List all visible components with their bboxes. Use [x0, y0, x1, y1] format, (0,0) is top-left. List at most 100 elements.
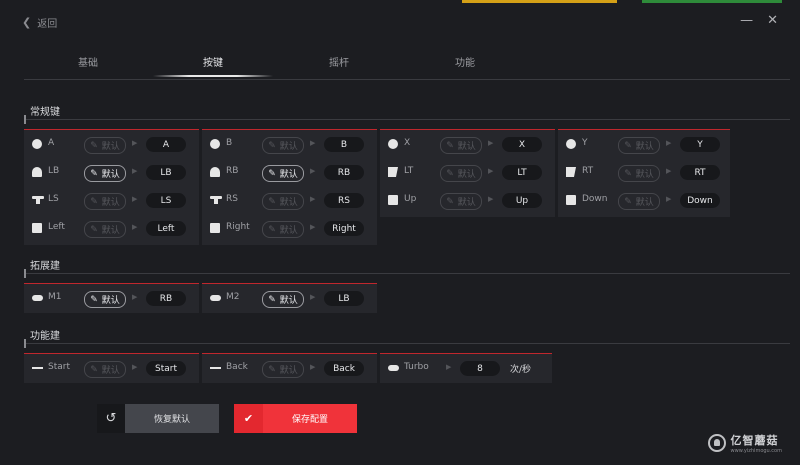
key-row-rb: RB ✎ 默认 ▶ RB [202, 158, 377, 186]
section-divider [24, 339, 790, 348]
mapped-value[interactable]: LT [502, 165, 542, 180]
tab-basic[interactable]: 基础 [28, 54, 148, 69]
key-column-4: Y ✎ 默认 ▶ Y RT ✎ 默认 ▶ RT Down ✎ 默认 ▶ Down [558, 129, 730, 217]
section-divider [24, 269, 790, 278]
mapped-value[interactable]: Start [146, 361, 186, 376]
bumper-icon [32, 167, 42, 177]
mapped-value[interactable]: Left [146, 221, 186, 236]
edit-mapping-button[interactable]: ✎ 默认 [440, 165, 482, 182]
pencil-icon: ✎ [624, 196, 632, 207]
mapped-value[interactable]: Y [680, 137, 720, 152]
pencil-icon: ✎ [90, 140, 98, 151]
circle-icon [566, 139, 576, 149]
back-button[interactable]: ❮ 返回 [22, 15, 57, 30]
edit-mapping-button[interactable]: ✎ 默认 [262, 221, 304, 238]
edit-mapping-button[interactable]: ✎ 默认 [84, 165, 126, 182]
key-label: Y [582, 138, 588, 148]
edit-mapping-button[interactable]: ✎ 默认 [618, 165, 660, 182]
edit-label: 默认 [279, 142, 298, 152]
mapped-value[interactable]: Right [324, 221, 364, 236]
edit-label: 默认 [101, 226, 120, 236]
mapped-value[interactable]: Up [502, 193, 542, 208]
key-label: B [226, 138, 233, 148]
play-arrow-icon: ▶ [132, 195, 138, 203]
edit-mapping-button[interactable]: ✎ 默认 [84, 137, 126, 154]
mapped-value[interactable]: X [502, 137, 542, 152]
edit-mapping-button[interactable]: ✎ 默认 [618, 137, 660, 154]
turbo-unit: 次/秒 [510, 365, 532, 375]
dash-icon [210, 367, 221, 369]
edit-mapping-button[interactable]: ✎ 默认 [262, 361, 304, 378]
mapped-value[interactable]: Down [680, 193, 720, 208]
edit-mapping-button[interactable]: ✎ 默认 [618, 193, 660, 210]
edit-mapping-button[interactable]: ✎ 默认 [84, 221, 126, 238]
pencil-icon: ✎ [90, 364, 98, 375]
key-row-turbo: Turbo ▶ 8 次/秒 [380, 354, 552, 382]
mapped-value[interactable]: Back [324, 361, 364, 376]
edit-mapping-button[interactable]: ✎ 默认 [262, 165, 304, 182]
tab-buttons[interactable]: 按键 [153, 54, 273, 69]
mapped-value[interactable]: A [146, 137, 186, 152]
edit-label: 默认 [457, 142, 476, 152]
turbo-rate-input[interactable]: 8 [460, 361, 500, 376]
mapped-value[interactable]: RB [324, 165, 364, 180]
undo-icon[interactable]: ↺ [97, 404, 125, 433]
edit-mapping-button[interactable]: ✎ 默认 [84, 193, 126, 210]
edit-mapping-button[interactable]: ✎ 默认 [262, 193, 304, 210]
key-row-x: X ✎ 默认 ▶ X [380, 130, 555, 158]
tab-joystick[interactable]: 摇杆 [279, 54, 399, 69]
mapped-value[interactable]: RS [324, 193, 364, 208]
pencil-icon: ✎ [268, 224, 276, 235]
edit-mapping-button[interactable]: ✎ 默认 [262, 291, 304, 308]
save-config-button[interactable]: 保存配置 [263, 404, 357, 433]
edit-label: 默认 [279, 170, 298, 180]
top-strip-yellow [462, 0, 617, 3]
play-arrow-icon: ▶ [488, 139, 494, 147]
play-arrow-icon: ▶ [488, 167, 494, 175]
key-row-m2: M2 ✎ 默认 ▶ LB [202, 284, 377, 312]
key-label: Down [582, 194, 608, 204]
tab-function[interactable]: 功能 [405, 54, 525, 69]
edit-mapping-button[interactable]: ✎ 默认 [440, 193, 482, 210]
edit-label: 默认 [635, 170, 654, 180]
key-row-rt: RT ✎ 默认 ▶ RT [558, 158, 730, 186]
minimize-icon[interactable]: — [740, 13, 753, 28]
window-controls: — ✕ [740, 13, 778, 28]
edit-mapping-button[interactable]: ✎ 默认 [84, 291, 126, 308]
pencil-icon: ✎ [624, 168, 632, 179]
edit-mapping-button[interactable]: ✎ 默认 [84, 361, 126, 378]
trigger-icon [388, 167, 398, 177]
mapped-value[interactable]: B [324, 137, 364, 152]
pencil-icon: ✎ [268, 364, 276, 375]
close-icon[interactable]: ✕ [767, 13, 778, 28]
reset-default-button[interactable]: 恢复默认 [125, 404, 219, 433]
key-column-2: B ✎ 默认 ▶ B RB ✎ 默认 ▶ RB RS ✎ 默认 ▶ RS Right … [202, 129, 377, 245]
pencil-icon: ✎ [268, 294, 276, 305]
edit-mapping-button[interactable]: ✎ 默认 [262, 137, 304, 154]
edit-label: 默认 [635, 198, 654, 208]
edit-mapping-button[interactable]: ✎ 默认 [440, 137, 482, 154]
key-label: Right [226, 222, 250, 232]
mapped-value[interactable]: LB [324, 291, 364, 306]
key-label: LT [404, 166, 414, 176]
play-arrow-icon: ▶ [132, 363, 138, 371]
play-arrow-icon: ▶ [310, 139, 316, 147]
watermark-url: www.yizhimogu.com [730, 448, 782, 454]
edit-label: 默认 [101, 296, 120, 306]
function-key-back: Back ✎ 默认 ▶ Back [202, 353, 377, 383]
check-icon[interactable]: ✔ [234, 404, 263, 433]
key-row-a: A ✎ 默认 ▶ A [24, 130, 199, 158]
square-icon [32, 223, 42, 233]
key-row-right: Right ✎ 默认 ▶ Right [202, 214, 377, 242]
play-arrow-icon: ▶ [446, 363, 452, 371]
key-row-y: Y ✎ 默认 ▶ Y [558, 130, 730, 158]
mapped-value[interactable]: RT [680, 165, 720, 180]
tab-divider [24, 79, 790, 80]
mapped-value[interactable]: RB [146, 291, 186, 306]
key-label: X [404, 138, 411, 148]
key-row-start: Start ✎ 默认 ▶ Start [24, 354, 199, 382]
mapped-value[interactable]: LS [146, 193, 186, 208]
play-arrow-icon: ▶ [666, 167, 672, 175]
mapped-value[interactable]: LB [146, 165, 186, 180]
bumper-icon [210, 167, 220, 177]
